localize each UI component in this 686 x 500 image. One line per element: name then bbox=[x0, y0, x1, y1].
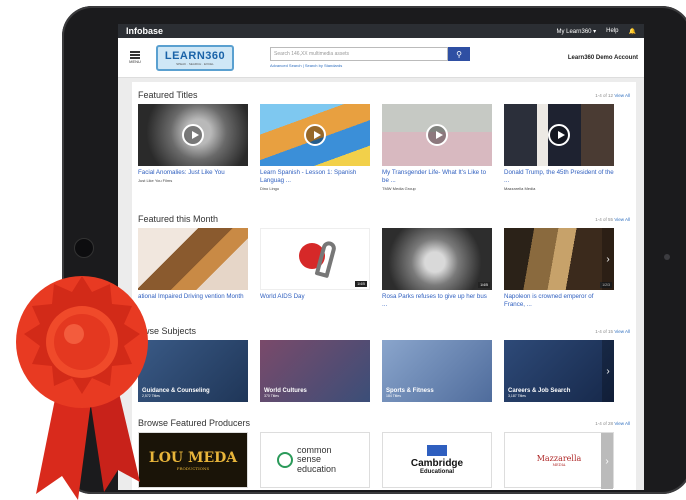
menu-label: MENU bbox=[129, 59, 141, 64]
producer-sub: MEDIA bbox=[552, 462, 566, 467]
checkmark-icon bbox=[277, 452, 293, 468]
section-count: 1-4 of 15 View All bbox=[595, 328, 630, 334]
award-ribbon-icon bbox=[16, 276, 148, 500]
notification-icon[interactable]: 🔔 bbox=[629, 28, 636, 35]
section-title: Featured Titles bbox=[138, 90, 198, 100]
video-producer: TMW Media Group bbox=[382, 185, 416, 191]
play-icon[interactable] bbox=[426, 124, 448, 146]
subject-card[interactable]: Sports & Fitness 184 Titles bbox=[382, 340, 492, 402]
date-badge: 1/4/5 bbox=[478, 282, 490, 288]
browse-subjects-section: owse Subjects 1-4 of 15 View All Guidanc… bbox=[138, 324, 630, 402]
subject-label: Sports & Fitness 184 Titles bbox=[386, 388, 434, 398]
view-all-link[interactable]: View All bbox=[614, 217, 630, 222]
event-title[interactable]: Napoleon is crowned emperor of France, .… bbox=[504, 293, 614, 309]
producer-name: LOU MEDA bbox=[148, 449, 238, 466]
search-links[interactable]: Advanced Search | Search by Standards bbox=[270, 63, 470, 68]
producer-name: Cambridge bbox=[410, 458, 464, 469]
video-thumbnail[interactable] bbox=[504, 104, 614, 166]
video-producer: Dino Lingo bbox=[260, 185, 280, 191]
search-icon: ⚲ bbox=[456, 49, 462, 59]
video-title[interactable]: Learn Spanish - Lesson 1: Spanish Langua… bbox=[260, 169, 370, 185]
subject-card[interactable]: World Cultures 370 Titles bbox=[260, 340, 370, 402]
learn360-logo[interactable]: LEARN360 SPEAK · SEARCH · EXCEL bbox=[156, 44, 234, 71]
event-thumbnail[interactable]: 1/4/5 bbox=[260, 228, 370, 290]
logo-text: LEARN360 bbox=[164, 49, 226, 62]
date-badge: 1/4/5 bbox=[355, 281, 367, 287]
header: MENU LEARN360 SPEAK · SEARCH · EXCEL Sea… bbox=[118, 38, 644, 78]
section-count: 1-4 of 12 View All bbox=[595, 92, 630, 98]
event-card[interactable]: 1/4/5 World AIDS Day bbox=[260, 228, 370, 309]
subject-label: World Cultures 370 Titles bbox=[264, 388, 307, 398]
play-icon[interactable] bbox=[304, 124, 326, 146]
event-thumbnail[interactable]: 1/2/3 bbox=[504, 228, 614, 290]
subject-card[interactable]: Careers & Job Search 3,187 Titles › bbox=[504, 340, 614, 402]
video-card[interactable]: Learn Spanish - Lesson 1: Spanish Langua… bbox=[260, 104, 370, 191]
brand-logo[interactable]: Infobase bbox=[126, 26, 163, 36]
search-input[interactable]: Search 146,XX multimedia assets bbox=[270, 47, 448, 61]
view-all-link[interactable]: View All bbox=[614, 93, 630, 98]
menu-button[interactable]: MENU bbox=[124, 51, 146, 64]
play-icon[interactable] bbox=[182, 124, 204, 146]
account-name[interactable]: Learn360 Demo Account bbox=[568, 55, 638, 61]
help-link[interactable]: Help bbox=[606, 28, 618, 34]
video-card[interactable]: My Transgender Life- What It's Like to b… bbox=[382, 104, 492, 191]
event-card[interactable]: 1/2/3 › Napoleon is crowned emperor of F… bbox=[504, 228, 614, 309]
view-all-link[interactable]: View All bbox=[614, 421, 630, 426]
view-all-link[interactable]: View All bbox=[614, 329, 630, 334]
video-thumbnail[interactable] bbox=[138, 104, 248, 166]
search-button[interactable]: ⚲ bbox=[448, 47, 470, 61]
subject-thumbnail[interactable]: Careers & Job Search 3,187 Titles bbox=[504, 340, 614, 402]
subject-thumbnail[interactable]: Sports & Fitness 184 Titles bbox=[382, 340, 492, 402]
app-screen: Infobase My Learn360 ▾ Help 🔔 MENU LEARN… bbox=[118, 24, 644, 490]
camera-dot bbox=[664, 254, 670, 260]
video-thumbnail[interactable] bbox=[382, 104, 492, 166]
my-learn360-menu[interactable]: My Learn360 ▾ bbox=[556, 28, 596, 35]
producer-name: Mazzarella bbox=[536, 453, 582, 463]
video-producer: Just Like You Films bbox=[138, 177, 173, 183]
logo-subtext: SPEAK · SEARCH · EXCEL bbox=[176, 61, 214, 66]
chevron-right-icon[interactable]: › bbox=[602, 228, 614, 290]
producers-section: Browse Featured Producers 1-4 of 28 View… bbox=[138, 416, 630, 489]
hamburger-icon bbox=[130, 51, 140, 59]
video-thumbnail[interactable] bbox=[260, 104, 370, 166]
event-title[interactable]: Rosa Parks refuses to give up her bus ..… bbox=[382, 293, 492, 309]
main-content: Featured Titles 1-4 of 12 View All Facia… bbox=[132, 82, 636, 490]
producer-sub: PRODUCTIONS bbox=[176, 465, 210, 471]
section-count: 1-4 of 55 View All bbox=[595, 216, 630, 222]
subject-thumbnail[interactable]: World Cultures 370 Titles bbox=[260, 340, 370, 402]
event-title[interactable]: World AIDS Day bbox=[260, 293, 370, 301]
producer-card[interactable]: common sense education bbox=[260, 432, 370, 488]
chevron-right-icon[interactable]: › bbox=[601, 433, 613, 489]
section-count: 1-4 of 28 View All bbox=[595, 420, 630, 426]
featured-titles-section: Featured Titles 1-4 of 12 View All Facia… bbox=[138, 88, 630, 191]
featured-month-section: Featured this Month 1-4 of 55 View All a… bbox=[138, 212, 630, 309]
section-title: Featured this Month bbox=[138, 214, 219, 224]
producer-name: common sense education bbox=[297, 444, 337, 474]
video-card[interactable]: Donald Trump, the 45th President of the … bbox=[504, 104, 614, 191]
producer-card[interactable]: Cambridge Educational bbox=[382, 432, 492, 488]
producer-card[interactable]: Mazzarella MEDIA › bbox=[504, 432, 614, 489]
chevron-right-icon[interactable]: › bbox=[602, 340, 614, 402]
video-title[interactable]: My Transgender Life- What It's Like to b… bbox=[382, 169, 492, 185]
play-icon[interactable] bbox=[548, 124, 570, 146]
video-card[interactable]: Facial Anomalies: Just Like You Just Lik… bbox=[138, 104, 248, 191]
video-title[interactable]: Donald Trump, the 45th President of the … bbox=[504, 169, 614, 185]
cambridge-logo-icon bbox=[426, 445, 447, 456]
subject-label: Careers & Job Search 3,187 Titles bbox=[508, 388, 571, 398]
video-producer: Mazzarella Media bbox=[504, 185, 536, 191]
top-bar: Infobase My Learn360 ▾ Help 🔔 bbox=[118, 24, 644, 38]
event-thumbnail[interactable]: 1/4/5 bbox=[382, 228, 492, 290]
event-card[interactable]: 1/4/5 Rosa Parks refuses to give up her … bbox=[382, 228, 492, 309]
video-title[interactable]: Facial Anomalies: Just Like You bbox=[138, 169, 248, 177]
producer-sub: Educational bbox=[419, 469, 454, 475]
